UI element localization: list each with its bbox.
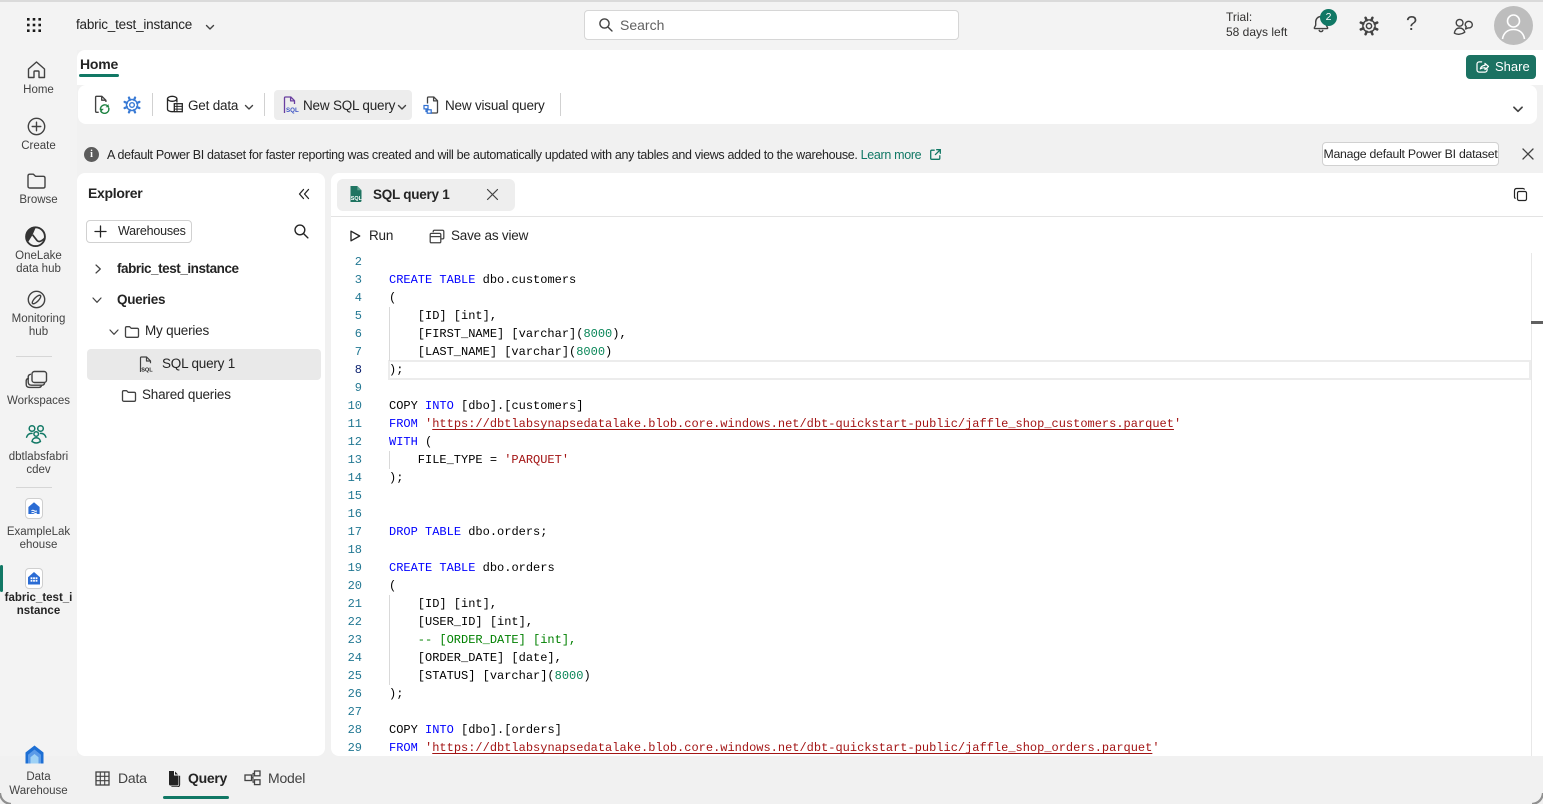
svg-text:SQL: SQL: [141, 367, 153, 373]
svg-text:SQL: SQL: [286, 107, 299, 114]
svg-text:SQL: SQL: [351, 196, 363, 202]
